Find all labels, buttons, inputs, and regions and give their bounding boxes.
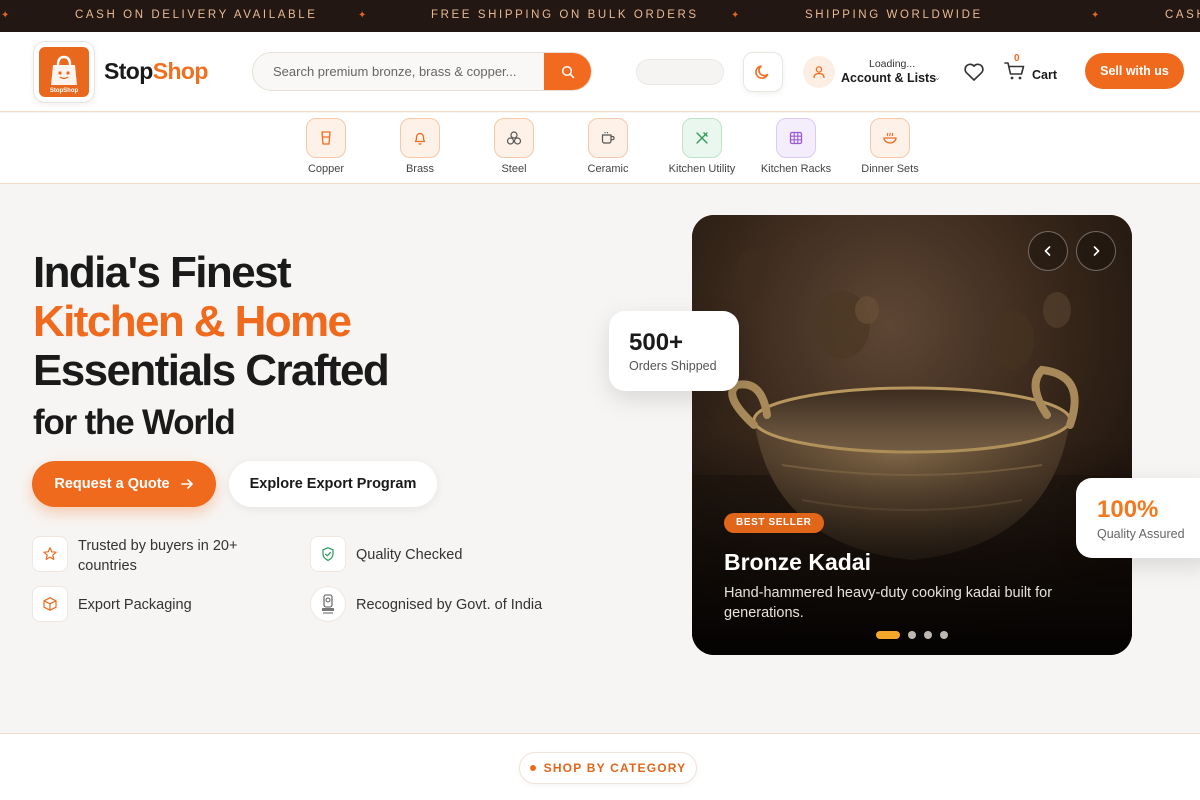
mug-icon: [588, 118, 628, 158]
category-dinner-sets[interactable]: Dinner Sets: [850, 118, 930, 175]
carousel-dot[interactable]: [876, 631, 900, 639]
category-brass[interactable]: Brass: [380, 118, 460, 175]
category-label: Copper: [307, 163, 345, 175]
feature-quality: Quality Checked: [310, 536, 550, 576]
announcement-ticker: ✦ CASH ON DELIVERY AVAILABLE ✦ FREE SHIP…: [0, 0, 1200, 32]
orders-shipped-stat: 500+ Orders Shipped: [609, 311, 739, 391]
quality-assured-value: 100%: [1097, 496, 1159, 523]
vessels-icon: [494, 118, 534, 158]
carousel-prev-button[interactable]: [1028, 231, 1068, 271]
dot-icon: [529, 765, 536, 771]
slide-title: Bronze Kadai: [724, 549, 871, 575]
orders-shipped-value: 500+: [629, 329, 684, 356]
quality-assured-stat: 100% Quality Assured: [1076, 478, 1200, 558]
search-icon: [561, 65, 574, 78]
ticker-item: FREE SHIPPING ON BULK ORDERS: [431, 9, 699, 21]
cup-icon: [306, 118, 346, 158]
grid-icon: [776, 118, 816, 158]
category-nav: Copper Brass Steel Ceramic Kitchen Utili…: [0, 113, 1200, 184]
bell-icon: [400, 118, 440, 158]
slide-description: Hand-hammered heavy-duty cooking kadai b…: [724, 585, 1053, 621]
category-kitchen-racks[interactable]: Kitchen Racks: [756, 118, 836, 175]
chevron-right-icon: [1093, 246, 1100, 256]
shop-by-category-pill: SHOP BY CATEGORY: [519, 752, 697, 784]
feature-govt: Recognised by Govt. of India: [310, 586, 570, 626]
category-copper[interactable]: Copper: [286, 118, 366, 175]
account-lists-link[interactable]: Account & Lists: [841, 71, 936, 85]
sell-with-us-button[interactable]: Sell with us: [1085, 53, 1184, 89]
sparkle-icon: ✦: [731, 10, 740, 21]
search-button[interactable]: [544, 53, 591, 90]
hero-line-2: Kitchen & Home: [33, 297, 352, 346]
feature-label: Trusted by buyers in 20+ countries: [78, 538, 238, 574]
cart-label[interactable]: Cart: [1032, 68, 1057, 82]
arrow-right-icon: [180, 479, 193, 489]
user-icon: [813, 66, 825, 79]
heart-icon: [964, 63, 984, 81]
category-label: Brass: [405, 163, 435, 175]
hero-line-1: India's Finest: [33, 248, 292, 297]
explore-export-button[interactable]: Explore Export Program: [229, 461, 437, 507]
sparkle-icon: ✦: [1, 10, 10, 21]
feature-packaging: Export Packaging: [32, 586, 292, 626]
emblem-icon: [310, 586, 346, 622]
category-kitchen-utility[interactable]: Kitchen Utility: [662, 118, 742, 175]
location-placeholder: [636, 59, 724, 85]
site-header: StopShop StopShop Loading... Account & L…: [0, 32, 1200, 112]
account-status: Loading...: [869, 58, 916, 70]
cart-icon: [1004, 62, 1025, 80]
carousel-dot[interactable]: [924, 631, 932, 639]
cart-button[interactable]: [1004, 61, 1026, 85]
ticker-item: CASH ON DELIVERY AVAILABLE: [75, 9, 318, 21]
hero-line-4: for the World: [33, 403, 236, 442]
orders-shipped-label: Orders Shipped: [629, 359, 717, 373]
account-avatar[interactable]: [803, 56, 835, 88]
logo[interactable]: StopShop: [33, 41, 95, 103]
ticker-item: CASH: [1165, 9, 1200, 21]
carousel-dot[interactable]: [908, 631, 916, 639]
shield-check-icon: [310, 536, 346, 572]
carousel-dot[interactable]: [940, 631, 948, 639]
brand-part-2: Shop: [152, 58, 209, 84]
hero-heading: India's Finest Kitchen & Home Essentials…: [33, 248, 390, 449]
best-seller-badge: BEST SELLER: [724, 513, 824, 533]
ticker-item: SHIPPING WORLDWIDE: [805, 9, 983, 21]
category-label: Dinner Sets: [861, 163, 919, 175]
utensils-icon: [682, 118, 722, 158]
cart-count-badge: 0: [1014, 53, 1020, 64]
chevron-left-icon: [1044, 246, 1051, 256]
wishlist-button[interactable]: [963, 62, 985, 86]
chevron-down-icon[interactable]: ⌄: [934, 73, 941, 82]
theme-toggle-button[interactable]: [743, 52, 783, 92]
quality-assured-label: Quality Assured: [1097, 527, 1185, 541]
category-steel[interactable]: Steel: [474, 118, 554, 175]
package-icon: [32, 586, 68, 622]
category-label: Kitchen Utility: [668, 163, 736, 175]
search-bar: [252, 52, 592, 91]
shop-by-category-label: SHOP BY CATEGORY: [543, 761, 687, 775]
hero-line-3: Essentials Crafted: [33, 346, 390, 395]
feature-trusted: Trusted by buyers in 20+ countries: [32, 536, 292, 576]
feature-label: Export Packaging: [78, 597, 192, 613]
request-quote-button[interactable]: Request a Quote: [32, 461, 216, 507]
search-input[interactable]: [253, 53, 545, 90]
category-label: Steel: [501, 163, 527, 175]
brand-part-1: Stop: [104, 58, 153, 84]
feature-label: Quality Checked: [356, 547, 463, 563]
sparkle-icon: ✦: [358, 10, 367, 21]
sparkle-icon: ✦: [1091, 10, 1100, 21]
bowl-icon: [870, 118, 910, 158]
hero-carousel: BEST SELLER Bronze Kadai Hand-hammered h…: [692, 215, 1132, 655]
shopping-bag-logo-icon: StopShop: [39, 47, 89, 97]
logo-text: StopShop: [49, 88, 79, 94]
category-ceramic[interactable]: Ceramic: [568, 118, 648, 175]
request-quote-label: Request a Quote: [54, 476, 170, 492]
category-label: Kitchen Racks: [760, 163, 832, 175]
carousel-next-button[interactable]: [1076, 231, 1116, 271]
feature-label: Recognised by Govt. of India: [356, 597, 543, 613]
brand-name[interactable]: StopShop: [104, 58, 208, 85]
category-label: Ceramic: [587, 163, 629, 175]
star-icon: [32, 536, 68, 572]
moon-icon: [755, 65, 769, 79]
